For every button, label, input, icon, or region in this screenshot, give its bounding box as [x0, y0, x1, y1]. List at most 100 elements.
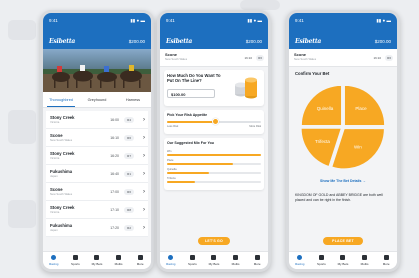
nav-label: Sports	[188, 261, 197, 266]
nav-more[interactable]: More	[129, 252, 151, 269]
status-icons: ▮▮ ● ▬	[376, 18, 391, 23]
background-tile	[8, 200, 36, 228]
nav-label: Multis	[114, 261, 123, 266]
risk-title: Pick Your Risk Appetite	[167, 113, 208, 117]
chevron-right-icon: ›	[143, 206, 145, 213]
race-row[interactable]: Stony Creek Victoria 17:10 R8 ›	[46, 201, 148, 219]
status-time: 9:41	[295, 18, 304, 23]
mix-label: Quinella	[167, 168, 177, 171]
horse-icon	[51, 255, 57, 260]
race-time: 16:10	[244, 56, 252, 60]
race-row[interactable]: Stony Creek Victoria 16:20 R7 ›	[46, 147, 148, 165]
confirm-title: Confirm Your Bet	[295, 71, 330, 76]
nav-my-bets[interactable]: My Bets	[86, 252, 108, 269]
tab-harness[interactable]: Harness	[115, 92, 151, 107]
app-header: Esibetta $200.00	[43, 33, 151, 49]
chevron-right-icon: ›	[143, 134, 145, 141]
nav-label: Sports	[317, 261, 326, 266]
race-location: Victoria	[50, 210, 60, 215]
mix-row-quinella: Quinella	[167, 168, 261, 174]
race-number-badge: R6	[256, 55, 264, 61]
app-header: Esibetta $200.00	[289, 33, 397, 49]
tab-thoroughbred[interactable]: Thoroughbred	[43, 92, 79, 107]
more-icon	[383, 255, 389, 260]
mix-row-place: Place	[167, 159, 261, 165]
nav-sports[interactable]: Sports	[65, 252, 87, 269]
pie-label: Place	[355, 106, 367, 111]
stake-amount-input[interactable]: $100.00	[167, 89, 215, 98]
app-logo[interactable]: Esibetta	[49, 38, 75, 45]
risk-slider-handle[interactable]	[212, 118, 220, 125]
nav-multis[interactable]: Multis	[354, 252, 376, 269]
tab-greyhound[interactable]: Greyhound	[79, 92, 115, 107]
race-time: 17:20	[110, 225, 119, 230]
phone-race-list: 9:41 ▮▮ ● ▬ Esibetta $200.00 Thoroughbre…	[40, 10, 154, 272]
chevron-right-icon: ›	[143, 224, 145, 231]
nav-my-bets[interactable]: My Bets	[332, 252, 354, 269]
app-logo[interactable]: Esibetta	[166, 38, 192, 45]
race-type-tabs: Thoroughbred Greyhound Harness	[43, 92, 151, 108]
race-number-badge: R4	[124, 116, 134, 123]
race-time: 16:40	[110, 171, 119, 176]
account-balance[interactable]: $200.00	[246, 39, 262, 44]
status-bar: 9:41 ▮▮ ● ▬	[43, 13, 151, 33]
nav-racing[interactable]: Racing	[160, 252, 182, 269]
pie-label: Trifecta	[315, 139, 330, 144]
nav-racing[interactable]: Racing	[289, 252, 311, 269]
nav-sports[interactable]: Sports	[311, 252, 333, 269]
suggested-mix-card: Our Suggested Mix For You Win Place Quin…	[164, 138, 264, 190]
risk-card: Pick Your Risk Appetite Less Risk More R…	[164, 110, 264, 134]
status-time: 9:41	[166, 18, 175, 23]
bottom-nav: Racing Sports My Bets Multis More	[43, 251, 151, 269]
mix-title: Our Suggested Mix For You	[167, 141, 214, 145]
race-list: Stony Creek Victoria 16:00 R4 › Scone New …	[46, 111, 148, 237]
nav-sports[interactable]: Sports	[182, 252, 204, 269]
mix-track	[167, 163, 261, 165]
mix-track	[167, 172, 261, 174]
nav-more[interactable]: More	[375, 252, 397, 269]
more-icon	[254, 255, 260, 260]
bet-details-link[interactable]: Show Me The Bet Details →	[289, 179, 397, 183]
account-balance[interactable]: $200.00	[129, 39, 145, 44]
race-location: Japan	[50, 228, 58, 233]
mix-label: Place	[167, 159, 174, 162]
nav-label: Racing	[49, 261, 59, 266]
pie-label: Quinella	[317, 106, 334, 111]
nav-label: Multis	[360, 261, 369, 266]
lets-go-button[interactable]: LET'S GO	[198, 237, 230, 245]
status-bar: 9:41 ▮▮ ● ▬	[289, 13, 397, 33]
race-row[interactable]: Stony Creek Victoria 16:00 R4 ›	[46, 111, 148, 129]
nav-racing[interactable]: Racing	[43, 252, 65, 269]
background-tile	[240, 0, 280, 10]
coins-icon	[235, 77, 257, 99]
race-row[interactable]: Scone New South Wales 17:00 R6 ›	[46, 183, 148, 201]
race-number-badge: R6	[124, 188, 134, 195]
nav-label: More	[136, 261, 144, 266]
bet-details-text: KINGDOM OF GOLD and ABBEY BRIDGE are bot…	[295, 193, 383, 203]
multi-icon	[362, 255, 368, 260]
ticket-icon	[94, 255, 100, 260]
horse-icon	[168, 255, 174, 260]
race-row[interactable]: Fukushima Japan 17:20 R2 ›	[46, 219, 148, 237]
ball-icon	[72, 255, 78, 260]
app-logo[interactable]: Esibetta	[295, 38, 321, 45]
race-time: 17:00	[110, 189, 119, 194]
background-tile	[8, 20, 36, 40]
background-tile	[8, 110, 36, 144]
nav-multis[interactable]: Multis	[225, 252, 247, 269]
place-bet-button[interactable]: PLACE BET	[323, 237, 363, 245]
more-icon	[137, 255, 143, 260]
race-row[interactable]: Fukushima Japan 16:40 R1 ›	[46, 165, 148, 183]
race-row[interactable]: Scone New South Wales 16:10 R6 ›	[46, 129, 148, 147]
nav-multis[interactable]: Multis	[108, 252, 130, 269]
chevron-right-icon: ›	[143, 116, 145, 123]
race-header: Scone New South Wales 16:10 R6	[160, 49, 268, 67]
nav-my-bets[interactable]: My Bets	[203, 252, 225, 269]
race-number-badge: R8	[124, 206, 134, 213]
account-balance[interactable]: $200.00	[375, 39, 391, 44]
mix-track	[167, 154, 261, 156]
nav-more[interactable]: More	[246, 252, 268, 269]
race-time: 16:00	[110, 117, 119, 122]
mix-track	[167, 181, 261, 183]
race-number-badge: R1	[124, 170, 134, 177]
